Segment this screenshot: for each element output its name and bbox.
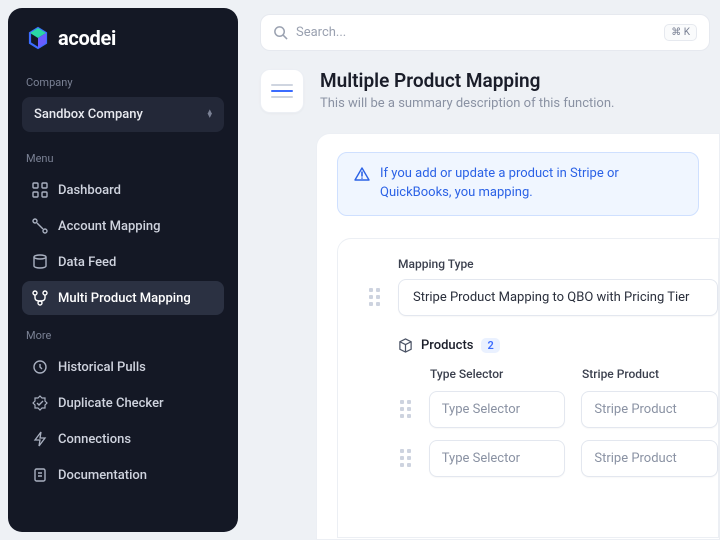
products-table: Type Selector Stripe Product Type Select… [398, 367, 718, 477]
search-input[interactable]: Search... ⌘ K [260, 14, 710, 51]
column-header-type: Type Selector [430, 367, 566, 381]
main-content: Search... ⌘ K Multiple Product Mapping T… [246, 0, 720, 540]
page-subtitle: This will be a summary description of th… [320, 96, 614, 111]
mapping-type-label: Mapping Type [398, 257, 718, 271]
products-label: Products [421, 338, 473, 353]
stripe-product-select[interactable]: Stripe Product [581, 391, 718, 428]
search-icon [273, 25, 288, 40]
sidebar-item-label: Historical Pulls [58, 360, 146, 375]
more-menu: Historical Pulls Duplicate Checker Conne… [22, 350, 224, 492]
drag-handle-icon[interactable] [400, 449, 411, 467]
grid-icon [32, 182, 48, 198]
company-selector[interactable]: Sandbox Company ▴▾ [22, 97, 224, 132]
more-section-label: More [26, 329, 220, 342]
sidebar-item-label: Connections [58, 432, 131, 447]
table-row: Type Selector Stripe Product [398, 391, 718, 428]
sidebar-item-label: Data Feed [58, 255, 116, 270]
sidebar-item-historical-pulls[interactable]: Historical Pulls [22, 350, 224, 384]
clock-icon [32, 359, 48, 375]
sidebar-item-duplicate-checker[interactable]: Duplicate Checker [22, 386, 224, 420]
cube-icon [398, 338, 413, 353]
sidebar-item-label: Documentation [58, 468, 147, 483]
company-value: Sandbox Company [34, 107, 143, 122]
sidebar-item-label: Multi Product Mapping [58, 291, 191, 306]
mapping-icon [32, 218, 48, 234]
products-count-badge: 2 [481, 338, 499, 353]
sidebar-item-label: Duplicate Checker [58, 396, 164, 411]
sidebar-item-label: Account Mapping [58, 219, 161, 234]
sidebar-item-connections[interactable]: Connections [22, 422, 224, 456]
branch-icon [32, 290, 48, 306]
search-placeholder: Search... [296, 25, 346, 40]
column-header-stripe: Stripe Product [582, 367, 718, 381]
drag-handle-icon[interactable] [369, 288, 380, 306]
mapping-type-select[interactable]: Stripe Product Mapping to QBO with Prici… [398, 279, 718, 316]
alert-text: If you add or update a product in Stripe… [380, 165, 682, 203]
main-card: If you add or update a product in Stripe… [316, 133, 720, 540]
page-icon [260, 69, 304, 113]
database-icon [32, 254, 48, 270]
mapping-card: Mapping Type Stripe Product Mapping to Q… [337, 238, 719, 538]
sidebar-item-dashboard[interactable]: Dashboard [22, 173, 224, 207]
sidebar-item-data-feed[interactable]: Data Feed [22, 245, 224, 279]
menu-section-label: Menu [26, 152, 220, 165]
page-header: Multiple Product Mapping This will be a … [260, 69, 720, 113]
sidebar-item-multi-product-mapping[interactable]: Multi Product Mapping [22, 281, 224, 315]
brand-logo: acodei [22, 26, 224, 50]
drag-handle-icon[interactable] [400, 400, 411, 418]
brand-name: acodei [58, 26, 116, 50]
type-selector-select[interactable]: Type Selector [429, 440, 566, 477]
sidebar-item-documentation[interactable]: Documentation [22, 458, 224, 492]
warning-icon [354, 166, 370, 182]
info-alert: If you add or update a product in Stripe… [337, 152, 699, 216]
sidebar-item-label: Dashboard [58, 183, 121, 198]
sidebar-item-account-mapping[interactable]: Account Mapping [22, 209, 224, 243]
search-shortcut: ⌘ K [664, 24, 697, 41]
lightning-icon [32, 431, 48, 447]
stripe-product-select[interactable]: Stripe Product [581, 440, 718, 477]
check-badge-icon [32, 395, 48, 411]
company-section-label: Company [26, 76, 220, 89]
sidebar: acodei Company Sandbox Company ▴▾ Menu D… [8, 8, 238, 532]
table-row: Type Selector Stripe Product [398, 440, 718, 477]
products-header: Products 2 [398, 338, 718, 353]
logo-icon [26, 26, 50, 50]
document-icon [32, 467, 48, 483]
page-title: Multiple Product Mapping [320, 69, 614, 92]
chevron-up-down-icon: ▴▾ [207, 111, 212, 118]
type-selector-select[interactable]: Type Selector [429, 391, 566, 428]
main-menu: Dashboard Account Mapping Data Feed Mult… [22, 173, 224, 315]
